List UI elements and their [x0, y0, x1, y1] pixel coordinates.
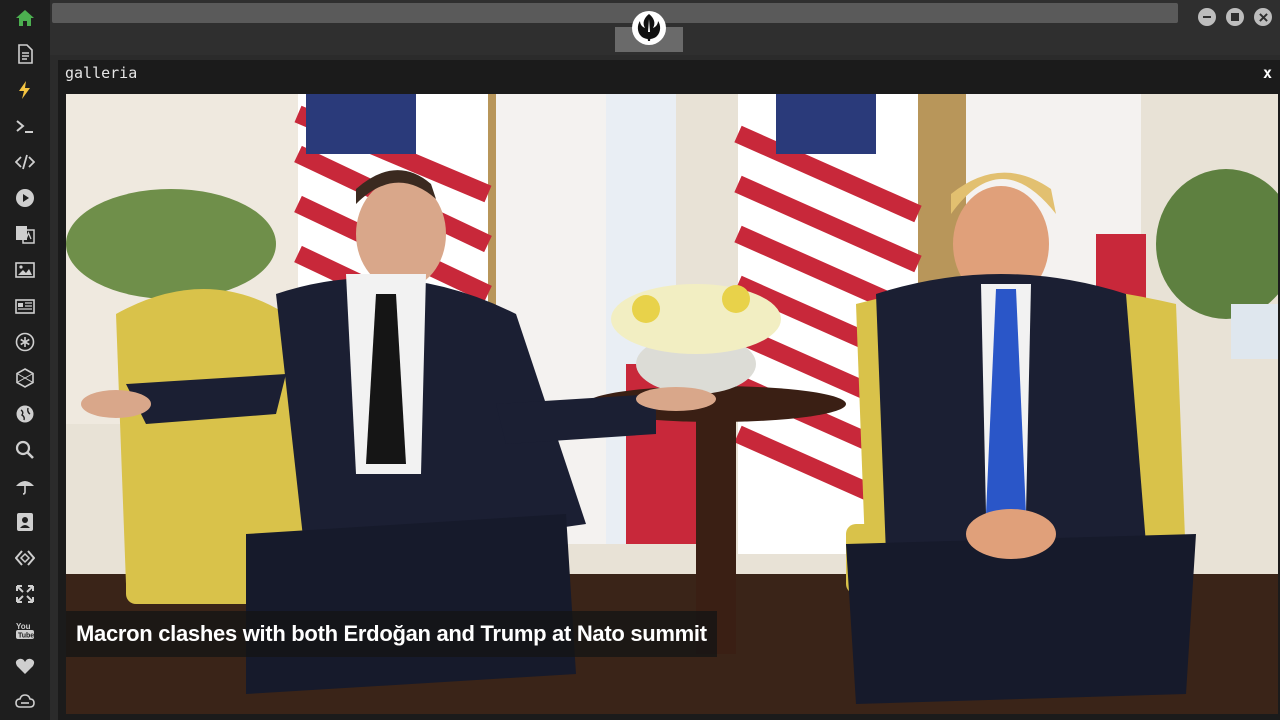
gallery-photo[interactable]: Macron clashes with both Erdoğan and Tru…	[66, 94, 1278, 714]
asterisk-icon[interactable]	[13, 330, 37, 354]
globe-icon[interactable]	[13, 402, 37, 426]
gallery-window: galleria x Macron clashes with both Erdo…	[58, 60, 1280, 720]
translate-icon[interactable]	[13, 222, 37, 246]
cloud-link-icon[interactable]	[13, 690, 37, 714]
image-icon[interactable]	[13, 258, 37, 282]
rebel-alliance-icon	[632, 11, 666, 45]
heart-icon[interactable]	[13, 654, 37, 678]
lightning-icon[interactable]	[13, 78, 37, 102]
youtube-icon[interactable]: You Tube	[13, 618, 37, 642]
terminal-icon[interactable]	[13, 114, 37, 138]
search-icon[interactable]	[13, 438, 37, 462]
address-bar[interactable]	[52, 3, 1178, 23]
news-icon[interactable]	[13, 294, 37, 318]
svg-text:You: You	[16, 622, 31, 631]
home-icon[interactable]	[13, 6, 37, 30]
play-icon[interactable]	[13, 186, 37, 210]
close-icon	[1258, 12, 1268, 22]
svg-text:Tube: Tube	[18, 633, 34, 640]
window-close-button[interactable]: x	[1263, 64, 1272, 82]
umbrella-icon[interactable]	[13, 474, 37, 498]
sidebar: You Tube	[0, 0, 50, 720]
minimize-button[interactable]	[1198, 8, 1216, 26]
close-window-button[interactable]	[1254, 8, 1272, 26]
logo-tab[interactable]	[615, 11, 683, 52]
maximize-button[interactable]	[1226, 8, 1244, 26]
document-icon[interactable]	[13, 42, 37, 66]
contact-icon[interactable]	[13, 510, 37, 534]
embed-icon[interactable]	[13, 546, 37, 570]
expand-icon[interactable]	[13, 582, 37, 606]
hexagon-icon[interactable]	[13, 366, 37, 390]
photo-caption: Macron clashes with both Erdoğan and Tru…	[66, 611, 717, 657]
window-title: galleria	[65, 64, 138, 82]
code-icon[interactable]	[13, 150, 37, 174]
